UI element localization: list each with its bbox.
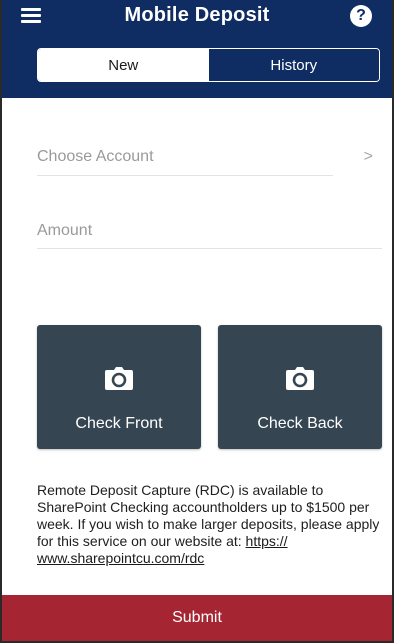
submit-button[interactable]: Submit <box>2 595 392 641</box>
tab-history[interactable]: History <box>208 49 379 81</box>
page-title: Mobile Deposit <box>124 4 270 26</box>
check-back-label: Check Back <box>257 415 343 432</box>
account-underline <box>37 175 333 176</box>
rdc-link-part2: www.sharepointcu.com/rdc <box>37 550 205 566</box>
deposit-tab-switcher: New History <box>37 48 380 82</box>
rdc-notice: Remote Deposit Capture (RDC) is availabl… <box>37 482 382 567</box>
chevron-right-icon: > <box>363 148 373 165</box>
camera-icon <box>105 367 133 390</box>
tab-new[interactable]: New <box>38 49 209 81</box>
app-header: Mobile Deposit ? New History <box>2 0 392 98</box>
amount-underline <box>37 248 382 249</box>
rdc-notice-text: Remote Deposit Capture (RDC) is availabl… <box>37 482 380 549</box>
amount-placeholder: Amount <box>37 222 93 239</box>
amount-field[interactable]: Amount <box>37 222 382 252</box>
choose-account-placeholder: Choose Account <box>37 148 154 165</box>
camera-icon <box>286 367 314 390</box>
help-question-icon[interactable]: ? <box>350 5 372 27</box>
check-front-label: Check Front <box>75 415 163 432</box>
check-front-button[interactable]: Check Front <box>37 325 201 449</box>
mobile-deposit-screen: Mobile Deposit ? New History Choose Acco… <box>0 0 394 643</box>
rdc-link-part1: https:// <box>245 533 288 549</box>
check-back-button[interactable]: Check Back <box>218 325 382 449</box>
choose-account-field[interactable]: Choose Account > <box>37 148 382 178</box>
